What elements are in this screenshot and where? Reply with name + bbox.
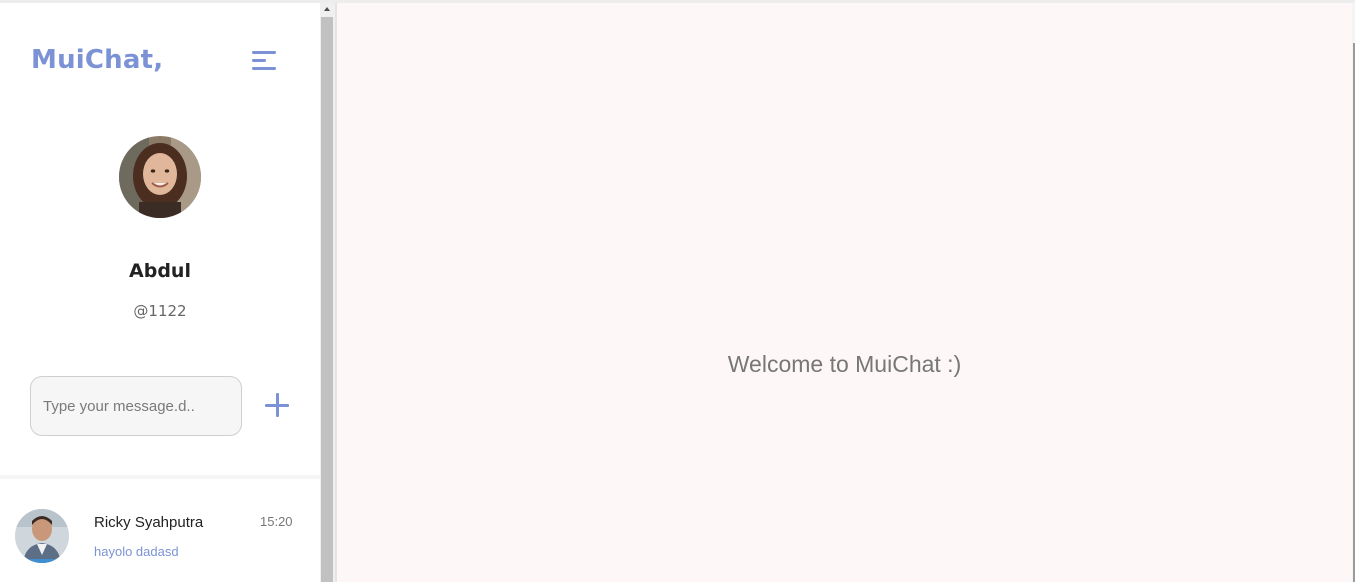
welcome-message: Welcome to MuiChat :) (727, 351, 962, 377)
profile-handle: @1122 (133, 302, 187, 320)
app-root: MuiChat, Abdul @1122 Type your message.d… (0, 0, 1355, 582)
profile-name: Abdul (129, 260, 191, 282)
chat-timestamp: 15:20 (260, 514, 293, 529)
chat-contact-name: Ricky Syahputra (94, 514, 204, 531)
profile-avatar (119, 136, 201, 218)
chat-last-message: hayolo dadasd (94, 544, 179, 559)
sidebar: MuiChat, Abdul @1122 Type your message.d… (0, 3, 320, 582)
sidebar-scrollbar[interactable] (320, 3, 335, 582)
main-panel: Welcome to MuiChat :) (337, 3, 1352, 582)
message-input[interactable] (30, 376, 242, 436)
plus-icon[interactable] (263, 391, 291, 419)
scroll-up-arrow-icon[interactable] (320, 3, 335, 16)
chat-list-item[interactable]: Ricky Syahputra hayolo dadasd 15:20 (0, 479, 320, 582)
scroll-thumb[interactable] (321, 17, 333, 582)
brand-logo: MuiChat, (31, 45, 164, 75)
chat-avatar (15, 509, 69, 563)
menu-icon[interactable] (252, 49, 278, 73)
